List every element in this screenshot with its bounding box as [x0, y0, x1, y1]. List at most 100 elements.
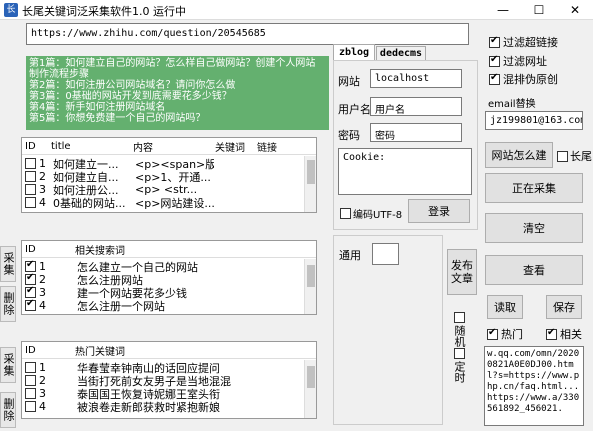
col-title: title	[51, 140, 71, 152]
filter-url-label: 过滤网址	[503, 55, 547, 68]
list-item[interactable]: 2 怎么注册网站	[22, 273, 316, 286]
close-button[interactable]: ✕	[557, 0, 593, 20]
vertical-scrollbar[interactable]	[304, 259, 316, 314]
table-row[interactable]: 2 如何建立自... <p>1、开通...	[22, 170, 316, 183]
related-option[interactable]: 相关	[546, 327, 582, 341]
list-item[interactable]: 4 怎么注册一个网站	[22, 299, 316, 312]
shuffle-original-label: 混排伪原创	[503, 73, 558, 86]
password-label: 密码	[338, 129, 360, 142]
random-option[interactable]: 随机	[452, 312, 466, 347]
filter-url-option[interactable]: 过滤网址	[489, 54, 547, 68]
col-keyword: 关键词	[215, 142, 245, 154]
cookie-textarea[interactable]: Cookie:	[338, 148, 472, 195]
note-line: 第1篇：如何建立自己的网站？怎么样自己做网站？创建个人网站	[29, 58, 316, 69]
save-button[interactable]: 保存	[546, 295, 582, 319]
vertical-scrollbar[interactable]	[304, 360, 316, 418]
row-text: 怎么注册一个网站	[77, 299, 165, 313]
long-tail-checkbox[interactable]	[557, 150, 568, 162]
row-id: 3	[39, 387, 46, 400]
filter-superlink-checkbox[interactable]	[489, 35, 500, 48]
row-checkbox[interactable]	[25, 401, 36, 412]
list-item[interactable]: 1 华春莹幸钟南山的话回应提问	[22, 361, 316, 374]
shuffle-original-checkbox[interactable]	[489, 72, 500, 85]
related-keywords-table[interactable]: ID 相关搜索词 1 怎么建立一个自己的网站 2 怎么注册网站 3 建一个网站要…	[21, 240, 317, 315]
list-item[interactable]: 1 怎么建立一个自己的网站	[22, 260, 316, 273]
email-replace-label: email替换	[488, 99, 536, 110]
col-id: ID	[25, 140, 36, 152]
list-item[interactable]: 2 当街打死前女友男子是当地混混	[22, 374, 316, 387]
maximize-button[interactable]: ☐	[521, 0, 557, 20]
row-title: 如何建立一...	[53, 157, 119, 171]
col-content: 内容	[133, 142, 153, 154]
list-item[interactable]: 3 建一个网站要花多少钱	[22, 286, 316, 299]
filter-url-checkbox[interactable]	[489, 54, 500, 67]
related-checkbox[interactable]	[546, 327, 557, 340]
general-label: 通用	[339, 249, 361, 262]
hot-option[interactable]: 热门	[487, 327, 523, 341]
random-checkbox[interactable]	[453, 312, 465, 323]
general-input[interactable]	[372, 243, 399, 265]
clear-button[interactable]: 清空	[485, 213, 583, 243]
email-input[interactable]: jz199801@163.com	[485, 111, 583, 130]
table-header: ID 热门关键词	[22, 342, 316, 359]
row-checkbox[interactable]	[25, 273, 36, 285]
table-row[interactable]: 4 0基础的网站... <p>网站建设...	[22, 196, 316, 209]
utf8-checkbox[interactable]	[340, 207, 351, 219]
row-id: 4	[39, 196, 46, 209]
note-line: 制作流程步骤	[29, 69, 89, 80]
site-how-button[interactable]: 网站怎么建	[485, 142, 553, 168]
site-input[interactable]: localhost	[370, 69, 462, 88]
content-table[interactable]: ID title 内容 关键词 链接 1 如何建立一... <p><span>版…	[21, 137, 317, 213]
row-checkbox[interactable]	[25, 158, 36, 169]
timed-option[interactable]: 定时	[452, 348, 466, 383]
login-button[interactable]: 登录	[408, 199, 470, 223]
collecting-button[interactable]: 正在采集	[485, 173, 583, 203]
list-item[interactable]: 3 泰国国王恢复诗妮娜王室头衔	[22, 387, 316, 400]
log-output[interactable]: w.qq.com/omn/20200821A0E0DJ00.html?s=htt…	[484, 346, 584, 426]
password-input[interactable]: 密码	[370, 123, 462, 142]
row-checkbox[interactable]	[25, 362, 36, 373]
col-related: 相关搜索词	[75, 245, 125, 257]
vertical-scrollbar[interactable]	[304, 156, 316, 212]
long-tail-label: 长尾	[570, 150, 592, 163]
related-label: 相关	[560, 328, 582, 341]
read-button[interactable]: 读取	[487, 295, 523, 319]
minimize-button[interactable]: —	[485, 0, 521, 20]
hot-keywords-table[interactable]: ID 热门关键词 1 华春莹幸钟南山的话回应提问 2 当街打死前女友男子是当地混…	[21, 341, 317, 419]
tab-zblog[interactable]: zblog	[333, 44, 375, 60]
row-id: 2	[39, 374, 46, 387]
row-id: 3	[39, 183, 46, 196]
filter-superlink-label: 过滤超链接	[503, 36, 558, 49]
username-input[interactable]: 用户名	[370, 97, 462, 116]
list-item[interactable]: 4 被浪卷走新郎获救时紧抱新娘	[22, 400, 316, 413]
hot-checkbox[interactable]	[487, 327, 498, 340]
row-id: 3	[39, 286, 46, 299]
collect-tab-1[interactable]: 采集	[0, 246, 16, 282]
row-checkbox[interactable]	[25, 388, 36, 399]
row-id: 2	[39, 170, 46, 183]
row-checkbox[interactable]	[25, 184, 36, 195]
row-checkbox[interactable]	[25, 260, 36, 272]
col-id: ID	[25, 344, 36, 356]
table-row[interactable]: 1 如何建立一... <p><span>版...	[22, 157, 316, 170]
timed-checkbox[interactable]	[453, 348, 465, 359]
view-button[interactable]: 查看	[485, 255, 583, 285]
utf8-option[interactable]: 编码UTF-8	[340, 206, 402, 220]
delete-tab-2[interactable]: 删除	[0, 392, 16, 428]
delete-tab-1[interactable]: 删除	[0, 286, 16, 322]
collect-tab-2[interactable]: 采集	[0, 347, 16, 383]
utf8-label: 编码UTF-8	[353, 209, 403, 221]
tab-dedecms[interactable]: dedecms	[376, 46, 426, 60]
long-tail-option[interactable]: 长尾	[557, 149, 592, 163]
row-checkbox[interactable]	[25, 286, 36, 298]
shuffle-original-option[interactable]: 混排伪原创	[489, 72, 558, 86]
publish-article-button[interactable]: 发布文章	[447, 249, 477, 295]
row-checkbox[interactable]	[25, 197, 36, 208]
row-title: 如何注册公...	[53, 183, 119, 197]
table-row[interactable]: 3 如何注册公... <p> <str...	[22, 183, 316, 196]
row-checkbox[interactable]	[25, 171, 36, 182]
filter-superlink-option[interactable]: 过滤超链接	[489, 35, 558, 49]
row-checkbox[interactable]	[25, 375, 36, 386]
row-checkbox[interactable]	[25, 299, 36, 311]
url-input[interactable]: https://www.zhihu.com/question/20545685	[26, 23, 469, 45]
